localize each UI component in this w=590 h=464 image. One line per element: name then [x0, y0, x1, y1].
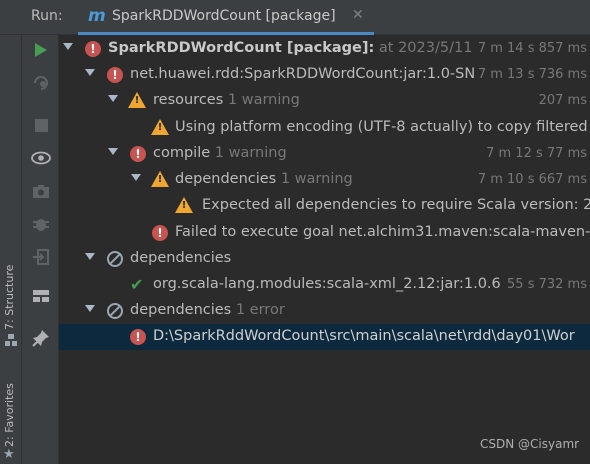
row-duration: 55 s 732 ms — [503, 277, 587, 292]
run-toolwindow-header: Run: m SparkRDDWordCount [package] ✕ — [0, 0, 590, 35]
tool-structure-label[interactable]: 7: Structure — [3, 265, 16, 330]
row-note: 1 warning — [227, 92, 300, 108]
left-tool-strip: 7: Structure ★ 2: Favorites — [0, 35, 22, 464]
row-duration: 207 ms — [534, 93, 587, 108]
view-icon[interactable] — [30, 147, 52, 169]
error-icon: ! — [130, 329, 146, 345]
row-duration: 7 m 14 s 857 ms — [473, 41, 587, 56]
rerun-failed-icon[interactable] — [30, 72, 52, 94]
error-icon: ! — [85, 41, 101, 57]
tree-row-compile[interactable]: ! compile 1 warning 7 m 12 s 77 ms — [59, 141, 590, 167]
expand-arrow-icon[interactable] — [131, 174, 141, 181]
row-label: Using platform encoding (UTF-8 actually)… — [175, 119, 588, 135]
row-duration: 7 m 13 s 736 ms — [473, 67, 587, 82]
tree-row-goal-failure[interactable]: ! Failed to execute goal net.alchim31.ma… — [59, 220, 590, 246]
structure-icon — [5, 334, 17, 346]
pin-icon[interactable] — [30, 327, 52, 349]
stop-icon[interactable] — [30, 114, 52, 136]
close-icon[interactable]: ✕ — [352, 7, 364, 23]
row-label: dependencies — [175, 171, 277, 187]
screenshot-icon[interactable] — [30, 180, 52, 202]
tree-row-artifact[interactable]: ! net.huawei.rdd:SparkRDDWordCount:jar:1… — [59, 62, 590, 88]
row-label: org.scala-lang.modules:scala-xml_2.12:ja… — [153, 276, 501, 292]
error-icon: ! — [107, 67, 123, 83]
row-note: 1 warning — [280, 171, 353, 187]
expand-arrow-icon[interactable] — [108, 148, 118, 155]
tree-row-root[interactable]: ! SparkRDDWordCount [package]: at 2023/5… — [59, 36, 590, 62]
row-label: dependencies — [130, 250, 232, 266]
row-label: dependencies — [130, 302, 232, 318]
expand-arrow-icon[interactable] — [85, 253, 95, 260]
row-label: net.huawei.rdd:SparkRDDWordCount:jar:1.0… — [130, 66, 486, 82]
expand-arrow-icon[interactable] — [63, 43, 73, 50]
skipped-icon — [107, 303, 123, 319]
error-icon: ! — [130, 146, 146, 162]
row-label: resources — [153, 92, 224, 108]
run-toolbar — [22, 35, 59, 464]
expand-arrow-icon[interactable] — [85, 69, 95, 76]
row-label: D:\SparkRddWordCount\src\main\scala\net\… — [153, 328, 575, 344]
tree-row-resources[interactable]: ! resources 1 warning 207 ms — [59, 88, 590, 114]
maven-icon: m — [88, 6, 106, 26]
run-label: Run: — [31, 8, 63, 24]
debug-icon[interactable] — [30, 213, 52, 235]
root-title: SparkRDDWordCount [package]: — [108, 40, 375, 56]
tree-row-scala-xml[interactable]: ✔ org.scala-lang.modules:scala-xml_2.12:… — [59, 272, 590, 298]
export-icon[interactable] — [30, 246, 52, 268]
row-label: compile — [153, 145, 211, 161]
tree-row-dependencies-error[interactable]: dependencies 1 error — [59, 298, 590, 324]
tree-row-encoding-warning[interactable]: ! Using platform encoding (UTF-8 actuall… — [59, 115, 590, 141]
tree-row-source-error[interactable]: ! D:\SparkRddWordCount\src\main\scala\ne… — [59, 324, 590, 350]
row-duration: 7 m 10 s 667 ms — [473, 172, 587, 187]
tree-row-scala-version-warning[interactable]: ! Expected all dependencies to require S… — [59, 193, 590, 219]
expand-arrow-icon[interactable] — [108, 95, 118, 102]
check-icon: ✔ — [130, 275, 144, 294]
tab-package-run[interactable]: m SparkRDDWordCount [package] ✕ — [78, 0, 374, 35]
tree-row-compile-dependencies[interactable]: ! dependencies 1 warning 7 m 10 s 667 ms — [59, 167, 590, 193]
watermark: CSDN @Cisyamr — [480, 437, 580, 451]
run-icon[interactable] — [30, 39, 52, 61]
skipped-icon — [107, 251, 123, 267]
layout-icon[interactable] — [30, 285, 52, 307]
row-label: Failed to execute goal net.alchim31.mave… — [175, 224, 590, 240]
tree-row-dependencies[interactable]: dependencies — [59, 246, 590, 272]
expand-arrow-icon[interactable] — [85, 305, 95, 312]
row-duration: 7 m 12 s 77 ms — [482, 146, 587, 161]
row-label: Expected all dependencies to require Sca… — [202, 197, 590, 213]
tab-title: SparkRDDWordCount [package] — [112, 8, 336, 24]
tool-favorites-label[interactable]: 2: Favorites — [3, 383, 16, 447]
error-icon: ! — [152, 225, 168, 241]
build-output-tree: ! SparkRDDWordCount [package]: at 2023/5… — [59, 35, 590, 464]
row-note: 1 warning — [214, 145, 287, 161]
row-note: 1 error — [235, 302, 285, 318]
favorites-star-icon: ★ — [3, 447, 15, 462]
